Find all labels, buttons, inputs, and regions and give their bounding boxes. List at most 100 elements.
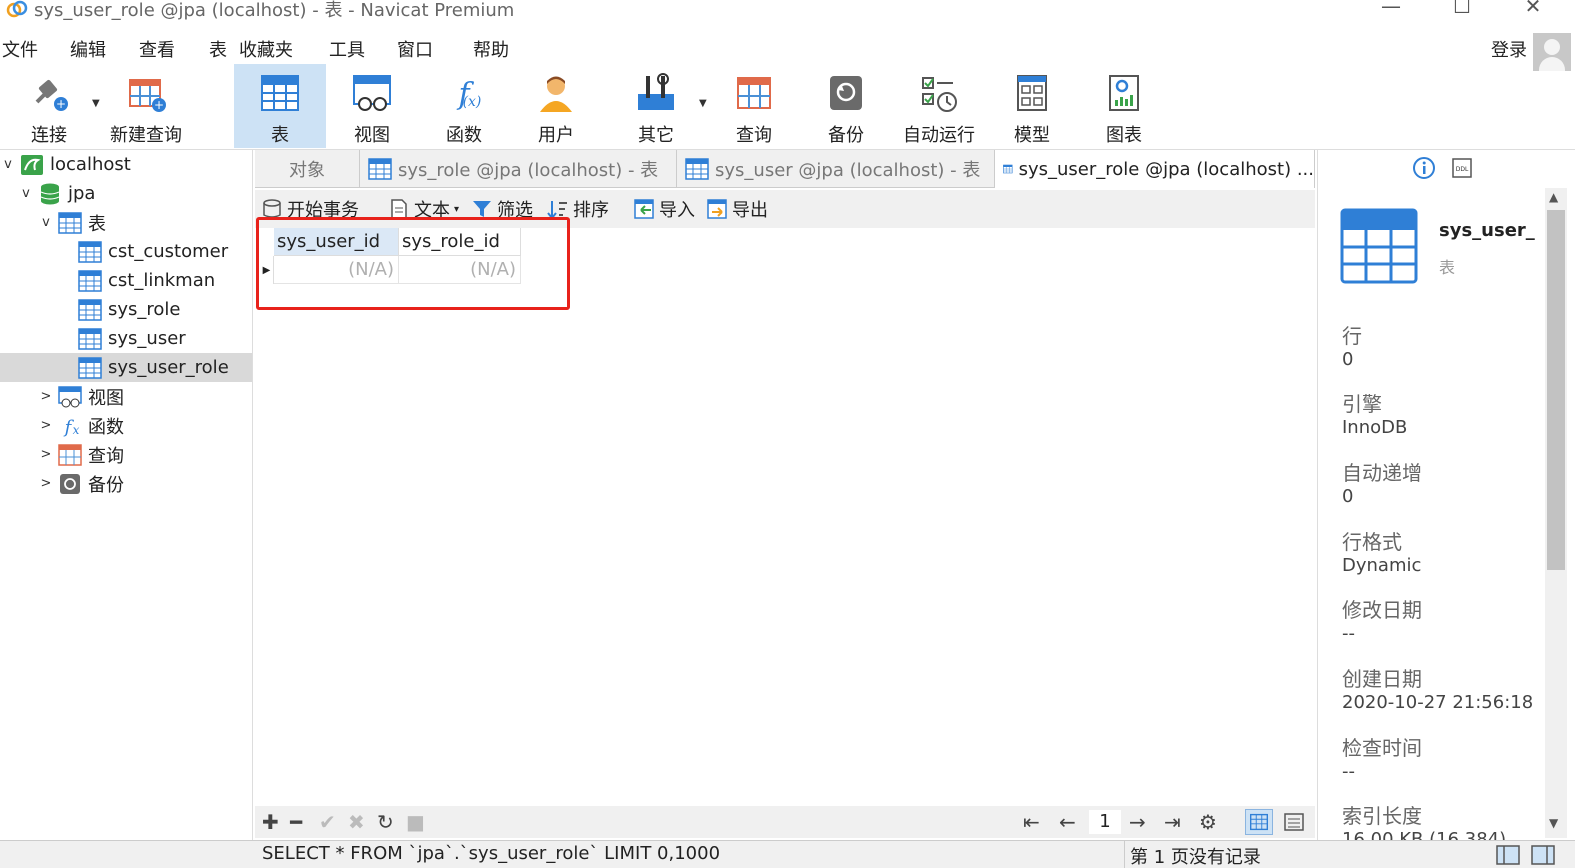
tab-sys-role[interactable]: sys_role @jpa (localhost) - 表 [360, 150, 677, 188]
model-icon [1017, 75, 1047, 111]
backup-button[interactable]: 备份 [800, 64, 892, 148]
view-icon [58, 385, 82, 407]
connect-button[interactable]: + 连接 [4, 64, 94, 148]
chevron-down-icon[interactable]: v [38, 215, 54, 230]
apply-changes-icon[interactable]: ✔ [319, 810, 336, 834]
other-dropdown-icon[interactable]: ▼ [699, 98, 707, 109]
function-icon: f (x) [456, 77, 481, 112]
login-link[interactable]: 登录 [1491, 36, 1527, 62]
settings-gear-icon[interactable]: ⚙ [1199, 810, 1217, 834]
toggle-left-panel-icon[interactable] [1495, 844, 1521, 866]
delete-record-icon[interactable]: ━ [290, 810, 302, 834]
tree-table-item[interactable]: cst_linkman [58, 266, 252, 295]
function-button[interactable]: f (x) 函数 [418, 64, 510, 148]
maximize-button[interactable]: ☐ [1432, 0, 1492, 24]
first-page-icon[interactable]: ⇤ [1023, 810, 1040, 834]
main-toolbar: + 连接 ▼ + 新建查询 表 视图 f (x) 函数 用户 其它 ▼ 查询 备… [0, 64, 1575, 150]
prop-label: 检查时间 [1342, 736, 1422, 760]
chevron-right-icon[interactable]: > [38, 476, 54, 491]
tree-node-localhost[interactable]: v localhost [0, 150, 252, 179]
chevron-down-icon[interactable]: v [18, 186, 34, 201]
other-button[interactable]: 其它 [610, 64, 702, 148]
chevron-right-icon[interactable]: > [38, 418, 54, 433]
tree-node-views[interactable]: > 视图 [38, 382, 252, 411]
add-record-icon[interactable]: ✚ [262, 810, 279, 834]
menu-help[interactable]: 帮助 [473, 36, 509, 62]
close-button[interactable]: ✕ [1503, 0, 1563, 24]
table-icon [1003, 164, 1013, 174]
status-divider [1124, 841, 1125, 868]
menu-window[interactable]: 窗口 [397, 36, 433, 62]
info-icon[interactable] [1412, 156, 1436, 180]
chevron-down-icon[interactable]: v [0, 157, 16, 172]
model-button[interactable]: 模型 [986, 64, 1078, 148]
tree-node-functions[interactable]: > f x 函数 [38, 411, 252, 440]
menu-favorites[interactable]: 收藏夹 [239, 36, 293, 62]
database-icon [40, 183, 60, 204]
last-page-icon[interactable]: ⇥ [1164, 810, 1181, 834]
query-button[interactable]: 查询 [708, 64, 800, 148]
new-query-icon: + [129, 79, 166, 112]
scrollbar-thumb[interactable] [1547, 210, 1565, 570]
user-button[interactable]: 用户 [510, 64, 602, 148]
user-icon [540, 76, 572, 112]
import-button[interactable]: 导入 [633, 196, 695, 222]
ddl-icon[interactable]: DDL [1450, 156, 1474, 180]
query-icon [58, 443, 82, 466]
table-icon [685, 158, 709, 180]
tree-table-item[interactable]: cst_customer [58, 237, 252, 266]
navicat-window: sys_user_role @jpa (localhost) - 表 - Nav… [0, 0, 1575, 868]
menu-table[interactable]: 表 [209, 36, 227, 62]
chevron-right-icon[interactable]: > [38, 447, 54, 462]
prop-value: 0 [1342, 349, 1354, 370]
chevron-right-icon[interactable]: > [38, 389, 54, 404]
prop-value: -- [1342, 623, 1355, 644]
automation-icon [922, 77, 957, 112]
object-name: sys_user_ [1439, 220, 1535, 241]
menu-bar: 文件 编辑 查看 表 收藏夹 工具 窗口 帮助 登录 [0, 32, 1575, 64]
tree-node-queries[interactable]: > 查询 [38, 440, 252, 469]
prop-label: 引擎 [1342, 392, 1382, 416]
table-button[interactable]: 表 [234, 64, 326, 148]
next-page-icon[interactable]: → [1129, 810, 1146, 834]
minimize-button[interactable]: — [1361, 0, 1421, 24]
info-panel-scrollbar[interactable]: ▲ ▼ [1545, 188, 1567, 838]
new-query-button[interactable]: + 新建查询 [104, 64, 188, 148]
menu-view[interactable]: 查看 [139, 36, 175, 62]
import-icon [634, 199, 654, 219]
menu-edit[interactable]: 编辑 [70, 36, 106, 62]
scroll-up-icon[interactable]: ▲ [1549, 190, 1558, 204]
record-navigation-bar: ✚ ━ ✔ ✖ ↻ ■ ⇤ ← 1 → ⇥ ⚙ [255, 806, 1315, 838]
refresh-icon[interactable]: ↻ [377, 810, 394, 834]
discard-changes-icon[interactable]: ✖ [348, 810, 365, 834]
menu-tools[interactable]: 工具 [329, 36, 365, 62]
tree-node-backups[interactable]: > 备份 [38, 469, 252, 498]
tree-table-item-selected[interactable]: sys_user_role [0, 353, 252, 382]
tree-table-item[interactable]: sys_role [58, 295, 252, 324]
form-view-icon[interactable] [1281, 809, 1307, 835]
large-table-icon [1340, 208, 1418, 284]
automation-button[interactable]: 自动运行 [892, 64, 986, 148]
prop-value: InnoDB [1342, 417, 1408, 438]
connect-dropdown-icon[interactable]: ▼ [92, 98, 100, 109]
view-button[interactable]: 视图 [326, 64, 418, 148]
toggle-right-panel-icon[interactable] [1530, 844, 1556, 866]
stop-icon[interactable]: ■ [406, 810, 425, 834]
tree-node-tables[interactable]: v 表 [38, 208, 252, 237]
chart-button[interactable]: 图表 [1078, 64, 1170, 148]
tree-node-jpa[interactable]: v jpa [18, 179, 252, 208]
chevron-down-icon: ▾ [454, 203, 460, 215]
menu-file[interactable]: 文件 [2, 36, 38, 62]
editor-tabs: 对象 sys_role @jpa (localhost) - 表 sys_use… [255, 150, 1315, 188]
scroll-down-icon[interactable]: ▼ [1549, 816, 1558, 830]
grid-view-icon[interactable] [1245, 809, 1273, 835]
previous-page-icon[interactable]: ← [1059, 810, 1076, 834]
tab-sys-user-role[interactable]: sys_user_role @jpa (localhost) ... [995, 150, 1315, 188]
svg-text:DDL: DDL [1456, 166, 1469, 173]
page-number-field[interactable]: 1 [1089, 810, 1121, 834]
prop-value: Dynamic [1342, 555, 1422, 576]
tab-sys-user[interactable]: sys_user @jpa (localhost) - 表 [677, 150, 995, 188]
export-button[interactable]: 导出 [706, 196, 768, 222]
tree-table-item[interactable]: sys_user [58, 324, 252, 353]
tab-objects[interactable]: 对象 [255, 150, 360, 188]
